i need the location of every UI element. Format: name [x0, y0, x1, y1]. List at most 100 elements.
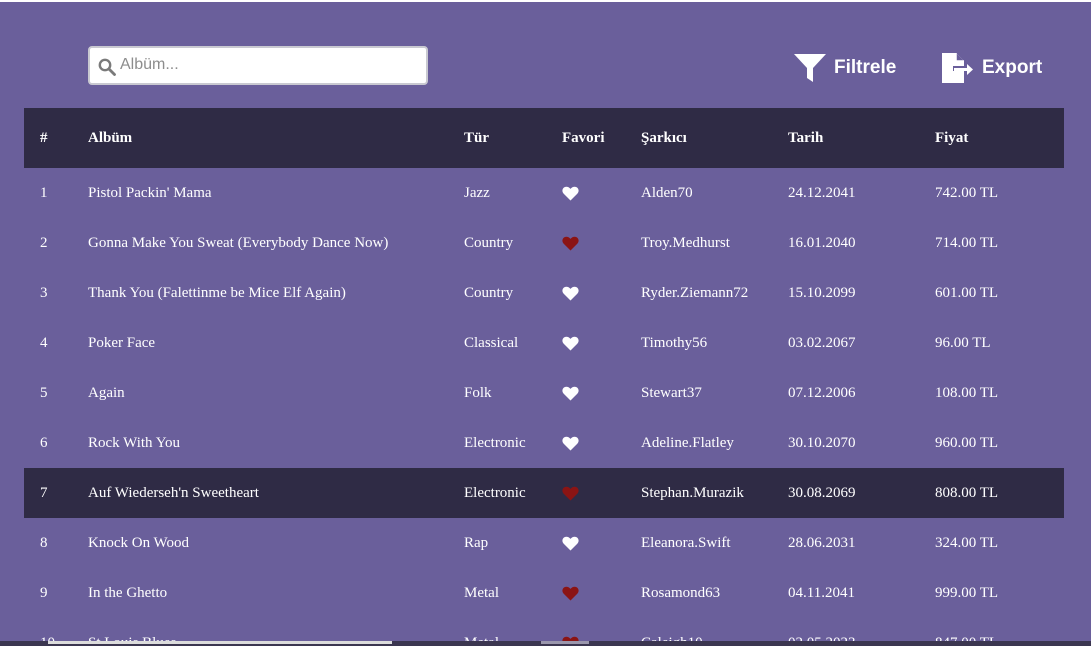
artist-cell: Stewart37 [641, 384, 702, 401]
row-number: 4 [40, 334, 48, 351]
column-header-price[interactable]: Fiyat [935, 108, 1064, 168]
app-container: Filtrele Export # Albüm [0, 2, 1091, 646]
column-header-favorite[interactable]: Favori [562, 108, 641, 168]
row-number: 5 [40, 384, 48, 401]
table-row[interactable]: 9 In the Ghetto Metal Rosamond63 04.11.2041 9… [24, 568, 1064, 618]
row-number: 8 [40, 534, 48, 551]
filter-button[interactable]: Filtrele [794, 50, 896, 86]
price-cell: 742.00 TL [935, 184, 999, 201]
price-cell: 714.00 TL [935, 234, 999, 251]
artist-cell: Stephan.Murazik [641, 484, 744, 501]
heart-icon[interactable] [562, 386, 579, 401]
favorite-cell [562, 218, 641, 268]
heart-icon[interactable] [562, 186, 579, 201]
scrollbar-thumb[interactable] [48, 641, 392, 644]
column-header-artist[interactable]: Şarkıcı [641, 108, 788, 168]
genre-cell: Jazz [464, 184, 490, 201]
table-row[interactable]: 7 Auf Wiederseh'n Sweetheart Electronic Ste… [24, 468, 1064, 518]
date-cell: 24.12.2041 [788, 184, 856, 201]
heart-icon[interactable] [562, 286, 579, 301]
date-cell: 30.08.2069 [788, 484, 856, 501]
album-cell: Pistol Packin' Mama [88, 184, 212, 201]
table-row[interactable]: 6 Rock With You Electronic Adeline.Flatley 3… [24, 418, 1064, 468]
favorite-cell [562, 268, 641, 318]
search-input[interactable] [120, 52, 420, 78]
export-button-label: Export [982, 57, 1043, 78]
genre-cell: Electronic [464, 434, 526, 451]
row-number: 6 [40, 434, 48, 451]
export-button[interactable]: Export [940, 50, 1042, 86]
album-cell: Thank You (Falettinme be Mice Elf Again) [88, 284, 346, 301]
search-box[interactable] [88, 46, 428, 85]
album-cell: Knock On Wood [88, 534, 190, 551]
genre-cell: Classical [464, 334, 519, 351]
search-icon [98, 58, 116, 76]
row-number: 9 [40, 584, 48, 601]
date-cell: 03.02.2067 [788, 334, 856, 351]
column-header-number[interactable]: # [24, 108, 88, 168]
filter-icon [794, 54, 826, 82]
genre-cell: Rap [464, 534, 489, 551]
heart-icon[interactable] [562, 486, 579, 501]
heart-icon[interactable] [562, 586, 579, 601]
favorite-cell [562, 418, 641, 468]
row-number: 2 [40, 234, 48, 251]
favorite-cell [562, 368, 641, 418]
date-cell: 07.12.2006 [788, 384, 856, 401]
date-cell: 28.06.2031 [788, 534, 856, 551]
date-cell: 30.10.2070 [788, 434, 856, 451]
artist-cell: Alden70 [641, 184, 693, 201]
heart-icon[interactable] [562, 436, 579, 451]
genre-cell: Country [464, 284, 514, 301]
price-cell: 324.00 TL [935, 534, 999, 551]
favorite-cell [562, 518, 641, 568]
price-cell: 999.00 TL [935, 584, 999, 601]
artist-cell: Rosamond63 [641, 584, 721, 601]
album-cell: In the Ghetto [88, 584, 168, 601]
file-export-icon [942, 53, 973, 83]
row-number: 3 [40, 284, 48, 301]
artist-cell: Troy.Medhurst [641, 234, 730, 251]
table-row[interactable]: 2 Gonna Make You Sweat (Everybody Dance N… [24, 218, 1064, 268]
album-cell: Poker Face [88, 334, 156, 351]
favorite-cell [562, 318, 641, 368]
date-cell: 16.01.2040 [788, 234, 856, 251]
album-cell: Rock With You [88, 434, 181, 451]
artist-cell: Adeline.Flatley [641, 434, 734, 451]
artist-cell: Ryder.Ziemann72 [641, 284, 749, 301]
price-cell: 108.00 TL [935, 384, 999, 401]
favorite-cell [562, 168, 641, 218]
table-row[interactable]: 8 Knock On Wood Rap Eleanora.Swift 28.06.203… [24, 518, 1064, 568]
album-cell: Again [88, 384, 125, 401]
column-header-album[interactable]: Albüm [88, 108, 464, 168]
filter-button-label: Filtrele [834, 57, 897, 78]
table-row[interactable]: 3 Thank You (Falettinme be Mice Elf Again… [24, 268, 1064, 318]
heart-icon[interactable] [562, 236, 579, 251]
albums-table: # Albüm Tür Favori Şarkıcı Tarih Fiyat 1… [24, 108, 1064, 646]
genre-cell: Metal [464, 584, 499, 601]
column-header-date[interactable]: Tarih [788, 108, 935, 168]
row-number: 7 [40, 484, 48, 501]
genre-cell: Country [464, 234, 514, 251]
album-cell: Gonna Make You Sweat (Everybody Dance No… [88, 234, 389, 251]
table-row[interactable]: 1 Pistol Packin' Mama Jazz Alden70 24.12.204… [24, 168, 1064, 218]
album-cell: Auf Wiederseh'n Sweetheart [88, 484, 259, 501]
column-header-genre[interactable]: Tür [464, 108, 562, 168]
date-cell: 04.11.2041 [788, 584, 855, 601]
table-row[interactable]: 4 Poker Face Classical Timothy56 03.02.2067 9… [24, 318, 1064, 368]
price-cell: 960.00 TL [935, 434, 999, 451]
price-cell: 808.00 TL [935, 484, 999, 501]
table-row[interactable]: 5 Again Folk Stewart37 07.12.2006 108.00 TL [24, 368, 1064, 418]
scrollbar-thumb-secondary[interactable] [541, 641, 589, 644]
row-number: 1 [40, 184, 48, 201]
favorite-cell [562, 568, 641, 618]
heart-icon[interactable] [562, 536, 579, 551]
horizontal-scrollbar[interactable] [0, 641, 1091, 646]
price-cell: 96.00 TL [935, 334, 991, 351]
favorite-cell [562, 468, 641, 518]
artist-cell: Eleanora.Swift [641, 534, 731, 551]
heart-icon[interactable] [562, 336, 579, 351]
genre-cell: Electronic [464, 484, 526, 501]
table-header-row: # Albüm Tür Favori Şarkıcı Tarih Fiyat [24, 108, 1064, 168]
date-cell: 15.10.2099 [788, 284, 856, 301]
